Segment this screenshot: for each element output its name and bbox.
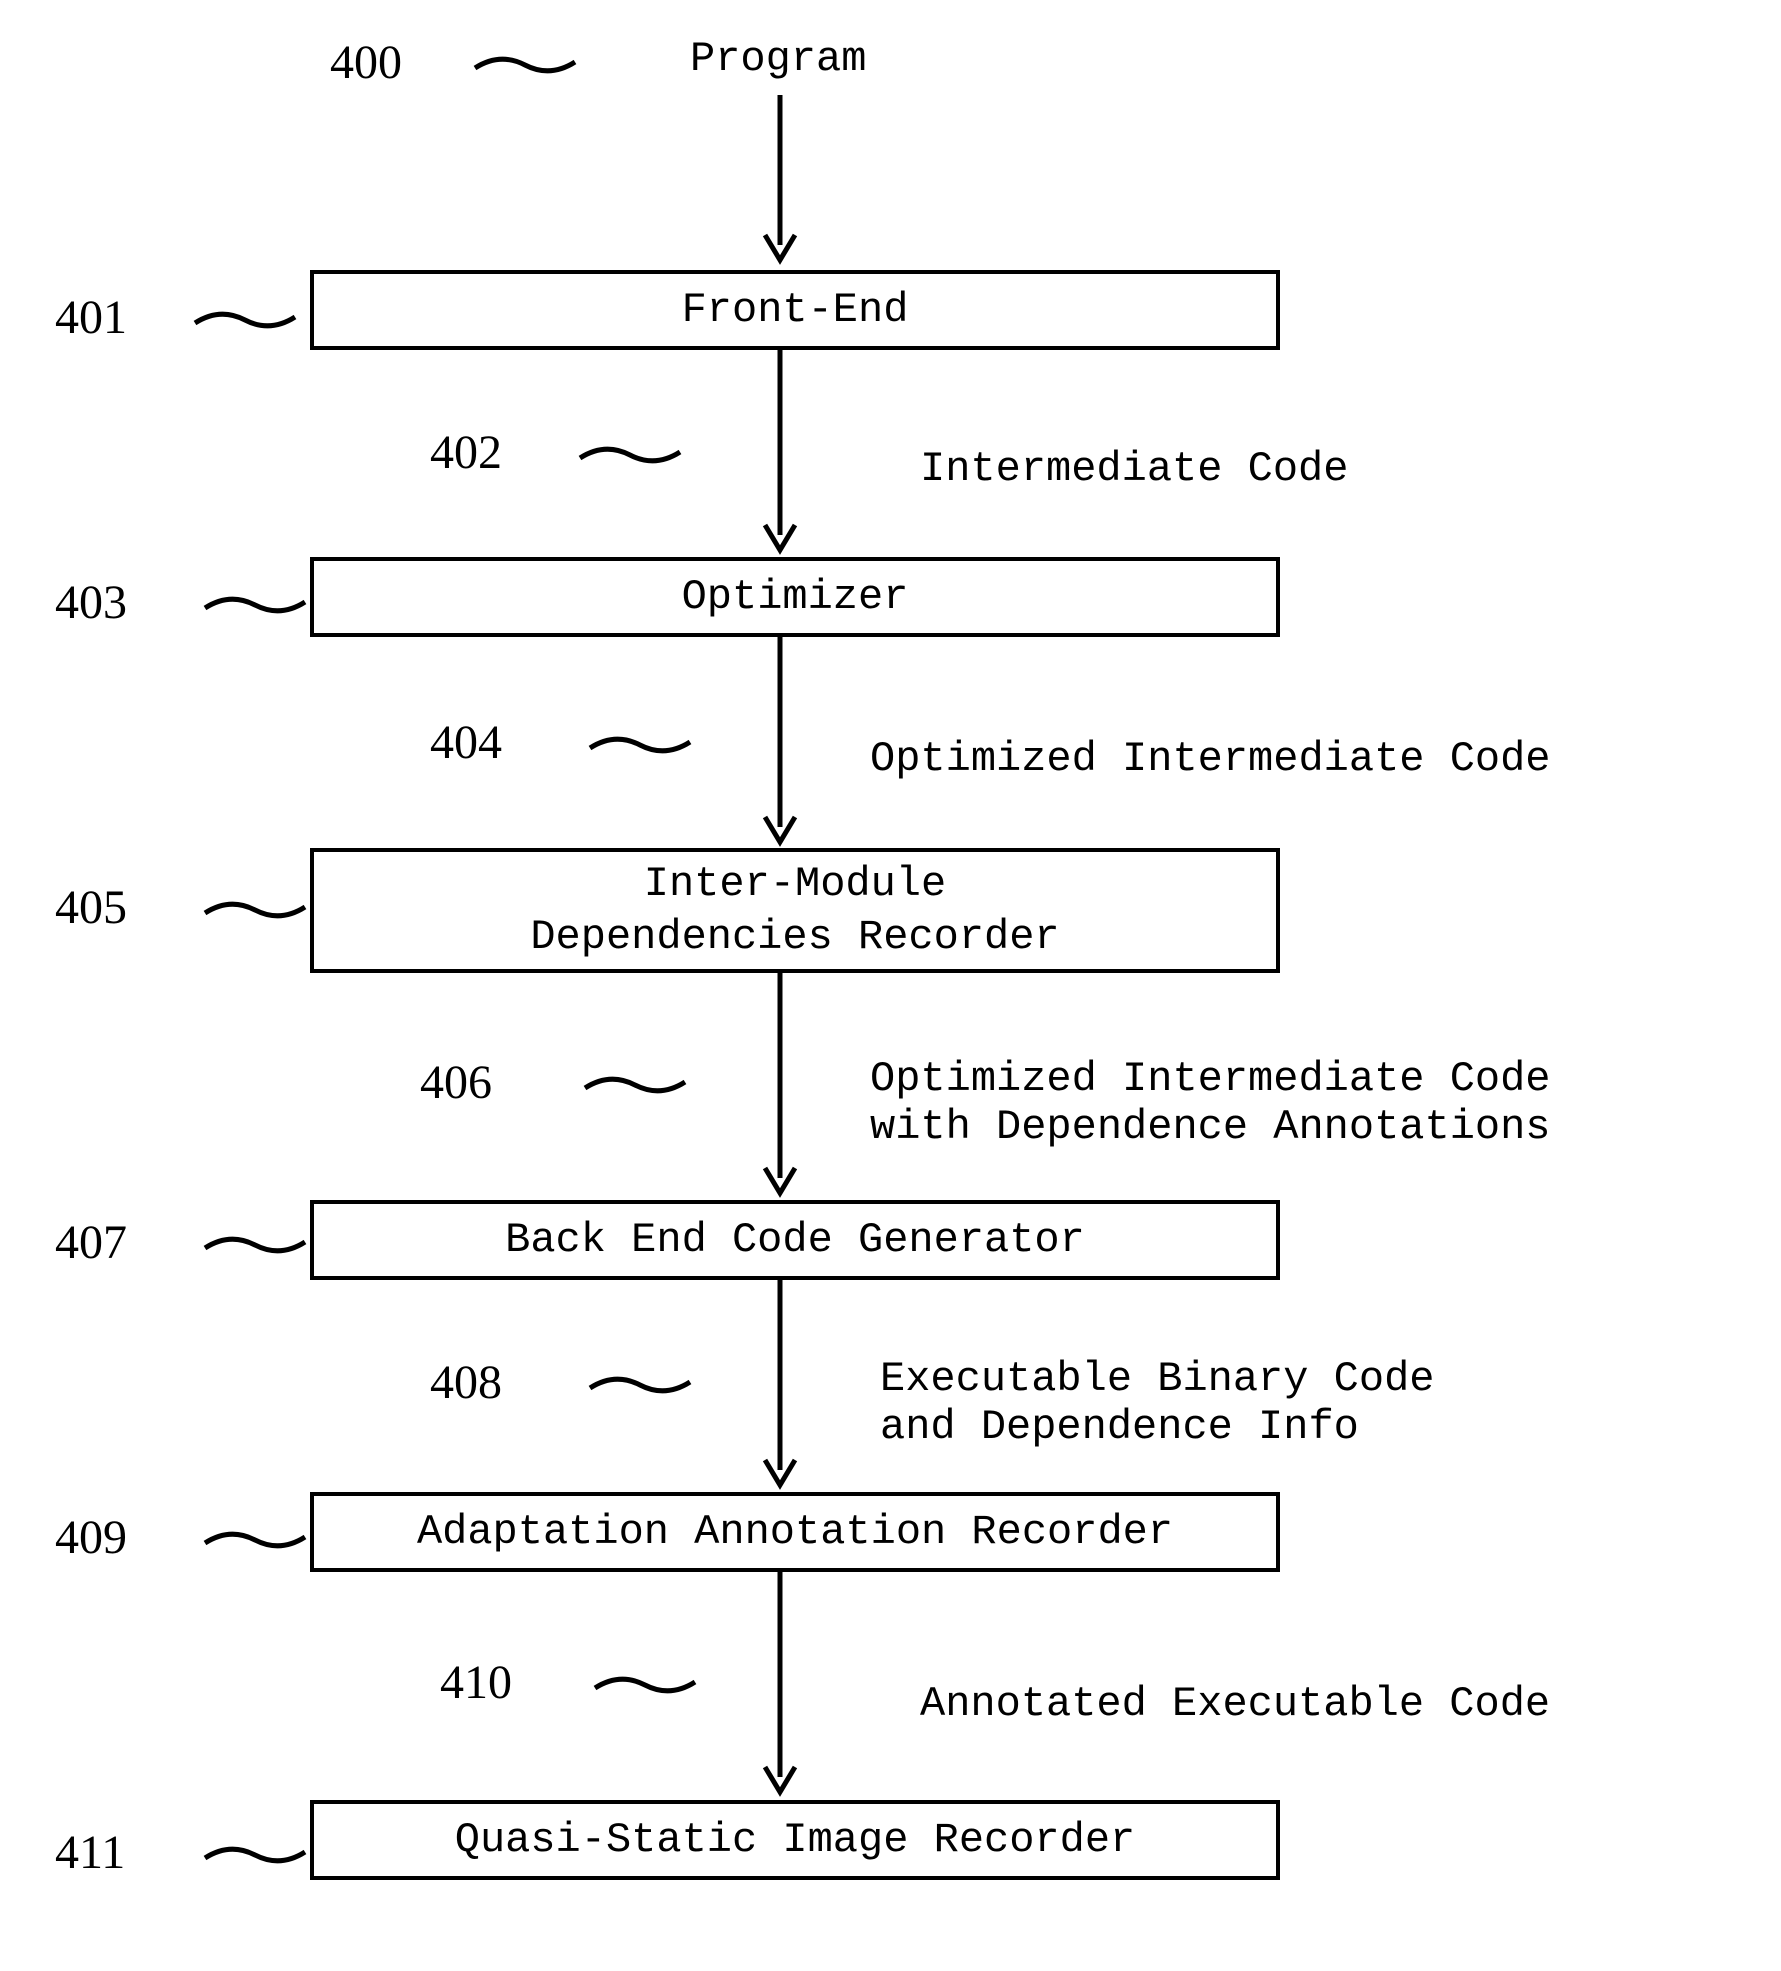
ref-405: 405 — [55, 880, 127, 935]
tilde-icon — [585, 1370, 695, 1400]
arrow-icon — [760, 350, 800, 555]
ref-406: 406 — [420, 1055, 492, 1110]
box-frontend: Front-End — [310, 270, 1280, 350]
box-optimizer-label: Optimizer — [682, 571, 909, 624]
box-adaptation: Adaptation Annotation Recorder — [310, 1492, 1280, 1572]
box-quasi: Quasi-Static Image Recorder — [310, 1800, 1280, 1880]
ref-408: 408 — [430, 1355, 502, 1410]
label-optimized-dep: Optimized Intermediate Code with Depende… — [870, 1055, 1551, 1151]
ref-402: 402 — [430, 425, 502, 480]
box-intermodule-label: Inter-Module Dependencies Recorder — [530, 858, 1059, 963]
tilde-icon — [200, 590, 310, 620]
arrow-icon — [760, 637, 800, 847]
tilde-icon — [190, 305, 300, 335]
box-adaptation-label: Adaptation Annotation Recorder — [417, 1506, 1173, 1559]
tilde-icon — [585, 730, 695, 760]
tilde-icon — [470, 50, 580, 80]
arrow-icon — [760, 1572, 800, 1797]
arrow-icon — [760, 95, 800, 265]
ref-410: 410 — [440, 1655, 512, 1710]
box-backend: Back End Code Generator — [310, 1200, 1280, 1280]
ref-401: 401 — [55, 290, 127, 345]
ref-409: 409 — [55, 1510, 127, 1565]
tilde-icon — [200, 1840, 310, 1870]
tilde-icon — [580, 1070, 690, 1100]
box-backend-label: Back End Code Generator — [505, 1214, 1085, 1267]
tilde-icon — [200, 1525, 310, 1555]
label-annotated: Annotated Executable Code — [920, 1680, 1550, 1728]
tilde-icon — [200, 895, 310, 925]
box-optimizer: Optimizer — [310, 557, 1280, 637]
ref-404: 404 — [430, 715, 502, 770]
box-quasi-label: Quasi-Static Image Recorder — [455, 1814, 1136, 1867]
ref-403: 403 — [55, 575, 127, 630]
tilde-icon — [590, 1670, 700, 1700]
tilde-icon — [200, 1230, 310, 1260]
label-exec-dep: Executable Binary Code and Dependence In… — [880, 1355, 1435, 1451]
ref-400: 400 — [330, 35, 402, 90]
arrow-icon — [760, 1280, 800, 1490]
ref-411: 411 — [55, 1825, 125, 1880]
label-intermediate: Intermediate Code — [920, 445, 1348, 493]
tilde-icon — [575, 440, 685, 470]
label-optimized: Optimized Intermediate Code — [870, 735, 1551, 783]
box-intermodule: Inter-Module Dependencies Recorder — [310, 848, 1280, 973]
label-program: Program — [690, 35, 866, 83]
ref-407: 407 — [55, 1215, 127, 1270]
box-frontend-label: Front-End — [682, 284, 909, 337]
arrow-icon — [760, 973, 800, 1198]
